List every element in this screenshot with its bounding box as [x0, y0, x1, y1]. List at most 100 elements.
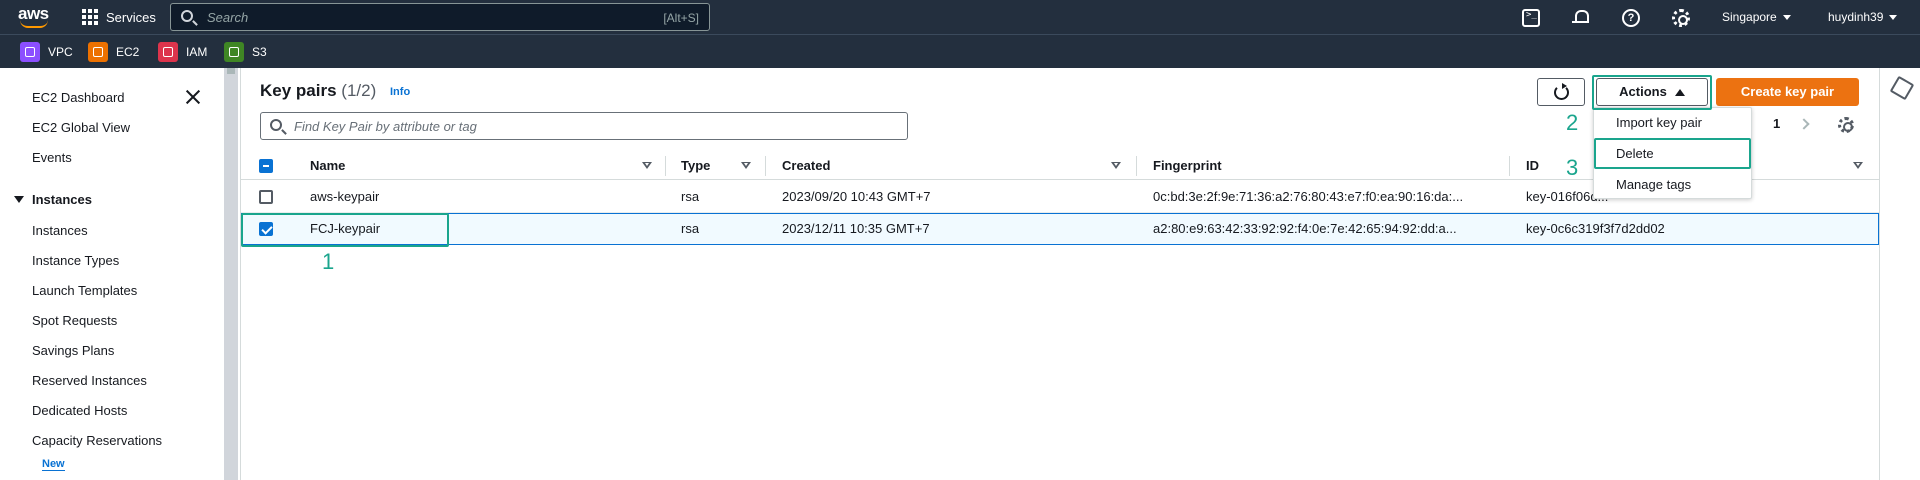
menu-item-import-key-pair[interactable]: Import key pair [1616, 115, 1702, 130]
ec2-icon [88, 42, 108, 62]
cell-created: 2023/09/20 10:43 GMT+7 [782, 189, 931, 204]
info-link[interactable]: Info [390, 86, 410, 98]
page-number[interactable]: 1 [1773, 116, 1780, 131]
close-icon[interactable] [184, 88, 202, 106]
annotation-number-2: 2 [1566, 110, 1579, 135]
sidebar-navigation: EC2 Dashboard EC2 Global View Events Ins… [0, 68, 224, 480]
sort-icon[interactable] [741, 162, 751, 169]
favorite-label: IAM [186, 45, 208, 59]
scrollbar-thumb[interactable] [227, 68, 235, 74]
column-divider[interactable] [665, 156, 666, 176]
help-panel-icon[interactable] [1893, 78, 1907, 94]
iam-icon [158, 42, 178, 62]
filter-placeholder: Find Key Pair by attribute or tag [294, 119, 477, 134]
sidebar-item-instance-types[interactable]: Instance Types [32, 253, 119, 268]
cloudshell-icon[interactable] [1522, 9, 1540, 27]
row-checkbox[interactable] [259, 190, 273, 204]
actions-dropdown-menu: Import key pair Delete Manage tags [1593, 107, 1752, 199]
sidebar-item-ec2-global-view[interactable]: EC2 Global View [32, 120, 130, 135]
sort-icon[interactable] [1111, 162, 1121, 169]
sidebar-item-capacity-reservations[interactable]: Capacity Reservations [32, 433, 162, 448]
sidebar-item-launch-templates[interactable]: Launch Templates [32, 283, 137, 298]
sidebar-scrollbar[interactable] [224, 68, 238, 480]
notifications-bell-icon[interactable] [1572, 9, 1590, 27]
help-icon[interactable]: ? [1622, 9, 1640, 27]
menu-item-manage-tags[interactable]: Manage tags [1616, 177, 1691, 192]
column-header-id[interactable]: ID [1526, 158, 1539, 173]
refresh-icon [1554, 83, 1569, 100]
menu-item-delete[interactable]: Delete [1616, 146, 1654, 161]
settings-gear-icon[interactable] [1672, 9, 1690, 27]
sidebar-item-instances[interactable]: Instances [32, 223, 88, 238]
services-menu-button[interactable]: Services [82, 8, 156, 26]
cell-name: aws-keypair [310, 189, 380, 204]
favorite-label: S3 [252, 45, 267, 59]
aws-logo-smile-icon [20, 20, 48, 28]
caret-down-icon [14, 196, 24, 203]
sort-icon[interactable] [642, 162, 652, 169]
cell-type: rsa [681, 189, 700, 204]
search-shortcut: [Alt+S] [663, 11, 699, 25]
favorite-ec2[interactable]: EC2 [88, 42, 139, 62]
vpc-icon [20, 42, 40, 62]
sidebar-item-savings-plans[interactable]: Savings Plans [32, 343, 114, 358]
sort-icon[interactable] [1853, 162, 1863, 169]
pagination: 1 [1743, 116, 1810, 131]
aws-logo[interactable]: aws [18, 4, 52, 28]
annotation-number-1: 1 [322, 249, 335, 274]
s3-icon [224, 42, 244, 62]
column-header-type[interactable]: Type [681, 158, 710, 173]
key-pair-filter-input[interactable]: Find Key Pair by attribute or tag [260, 112, 908, 140]
account-menu[interactable]: huydinh39 [1828, 10, 1898, 24]
search-placeholder: Search [207, 10, 249, 25]
global-search-input[interactable]: Search [Alt+S] [170, 3, 710, 31]
create-key-pair-button[interactable]: Create key pair [1716, 78, 1859, 106]
column-header-name[interactable]: Name [310, 158, 345, 173]
sidebar-item-events[interactable]: Events [32, 150, 72, 165]
favorite-label: EC2 [116, 45, 140, 59]
select-all-checkbox[interactable] [259, 159, 273, 173]
table-row-selected[interactable]: FCJ-keypair rsa 2023/12/11 10:35 GMT+7 a… [241, 213, 1879, 245]
sidebar-section-instances[interactable]: Instances [14, 192, 92, 207]
username-label: huydinh39 [1828, 10, 1884, 24]
column-header-fingerprint[interactable]: Fingerprint [1153, 158, 1222, 173]
column-divider[interactable] [1509, 156, 1510, 176]
caret-up-icon [1674, 89, 1685, 97]
column-divider[interactable] [1136, 156, 1137, 176]
cell-id[interactable]: key-0c6c319f3f7d2dd02 [1526, 221, 1665, 236]
favorite-iam[interactable]: IAM [158, 42, 207, 62]
row-checkbox[interactable] [259, 222, 273, 236]
sidebar-item-dedicated-hosts[interactable]: Dedicated Hosts [32, 403, 127, 418]
column-divider[interactable] [765, 156, 766, 176]
favorite-vpc[interactable]: VPC [20, 42, 73, 62]
refresh-button[interactable] [1537, 78, 1585, 106]
table-preferences-gear-icon[interactable] [1838, 117, 1854, 133]
sidebar-item-reserved-instances[interactable]: Reserved Instances [32, 373, 147, 388]
cell-fingerprint: 0c:bd:3e:2f:9e:71:36:a2:76:80:43:e7:f0:e… [1153, 189, 1464, 204]
new-badge: New [42, 458, 65, 471]
caret-down-icon [1889, 15, 1898, 21]
caret-down-icon [1782, 15, 1791, 21]
actions-button[interactable]: Actions [1596, 78, 1708, 106]
selection-count: (1/2) [341, 81, 377, 100]
region-label: Singapore [1722, 10, 1777, 24]
column-header-created[interactable]: Created [782, 158, 830, 173]
search-icon [181, 10, 193, 22]
page-title: Key pairs (1/2) [260, 81, 376, 101]
chevron-right-icon[interactable] [1798, 117, 1810, 130]
grid-icon [82, 9, 98, 25]
cell-fingerprint: a2:80:e9:63:42:33:92:92:f4:0e:7e:42:65:9… [1153, 221, 1457, 236]
top-navigation: aws Services Search [Alt+S] ? Singapore … [0, 0, 1920, 34]
favorite-s3[interactable]: S3 [224, 42, 267, 62]
sidebar-item-ec2-dashboard[interactable]: EC2 Dashboard [32, 90, 125, 105]
sidebar-section-label: Instances [32, 192, 92, 207]
annotation-number-3: 3 [1566, 155, 1579, 180]
sidebar-item-spot-requests[interactable]: Spot Requests [32, 313, 117, 328]
services-label: Services [106, 9, 156, 25]
page-title-text: Key pairs [260, 81, 337, 100]
cell-name: FCJ-keypair [310, 221, 381, 236]
favorite-label: VPC [48, 45, 73, 59]
cell-type: rsa [681, 221, 700, 236]
region-selector[interactable]: Singapore [1722, 10, 1791, 24]
search-icon [270, 119, 282, 131]
